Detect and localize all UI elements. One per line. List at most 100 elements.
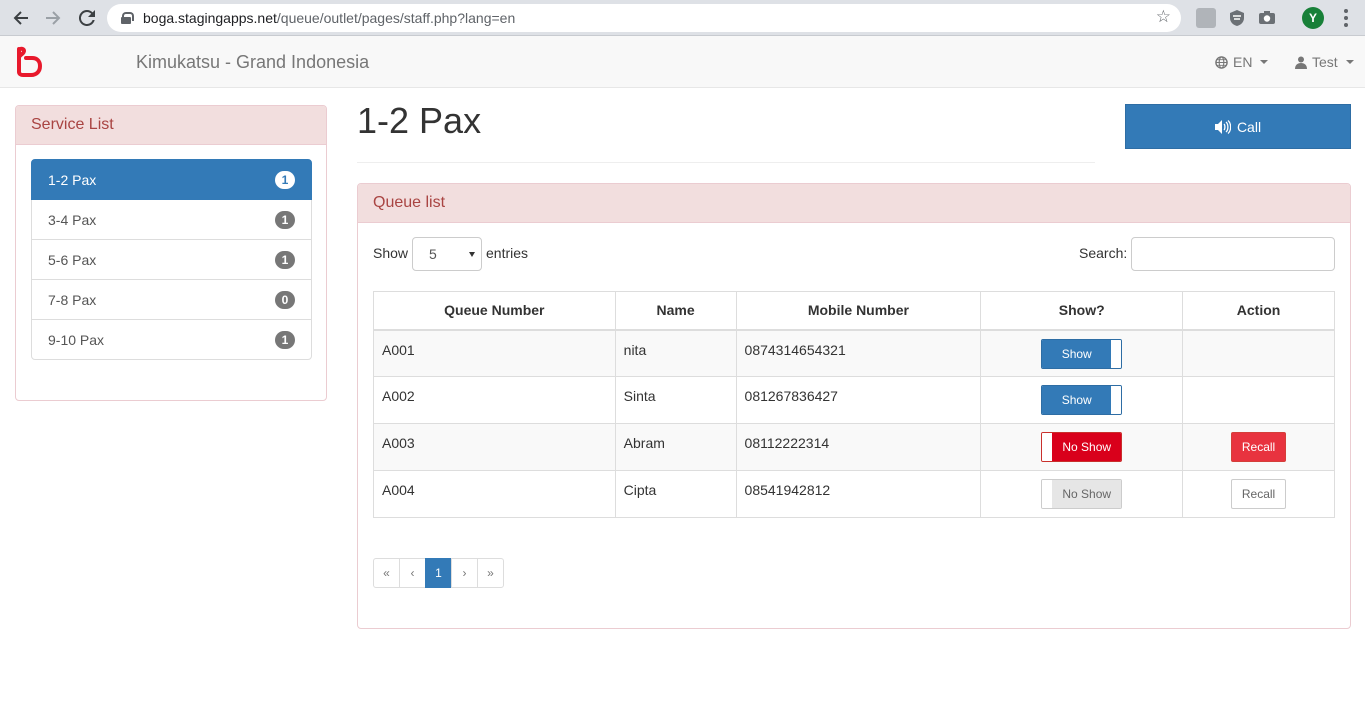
toggle-label: Show: [1042, 339, 1112, 368]
pagination-next[interactable]: ›: [451, 558, 478, 588]
pagination-current-page[interactable]: 1: [425, 558, 452, 588]
service-item-label: 3-4 Pax: [48, 211, 97, 228]
address-bar[interactable]: boga.stagingapps.net/queue/outlet/pages/…: [107, 4, 1181, 32]
service-item-3-4-pax[interactable]: 3-4 Pax 1: [31, 199, 312, 240]
browser-menu-icon[interactable]: [1344, 9, 1348, 27]
volume-icon: [1214, 119, 1231, 134]
action-cell: Recall: [1182, 423, 1335, 471]
browser-toolbar: boga.stagingapps.net/queue/outlet/pages/…: [0, 0, 1365, 36]
action-cell: Recall: [1182, 470, 1335, 518]
page-title: 1-2 Pax: [357, 100, 482, 141]
show-toggle[interactable]: Show: [1041, 385, 1123, 415]
pagination-first[interactable]: «: [373, 558, 400, 588]
queue-number-cell: A001: [373, 329, 616, 377]
language-dropdown[interactable]: EN: [1215, 54, 1269, 70]
show-toggle[interactable]: Show: [1041, 338, 1123, 369]
queue-number-cell: A003: [373, 423, 616, 471]
caret-down-icon: [1260, 60, 1269, 64]
queue-number-cell: A004: [373, 470, 616, 518]
recall-button[interactable]: Recall: [1231, 432, 1287, 462]
search-input[interactable]: [1131, 237, 1335, 271]
table-row: A001 nita 0874314654321 Show: [373, 329, 1335, 377]
mobile-cell: 08541942812: [735, 470, 982, 518]
column-header-mobile-number[interactable]: Mobile Number: [735, 291, 982, 331]
column-header-queue-number[interactable]: Queue Number: [373, 291, 616, 331]
name-cell: Sinta: [614, 376, 737, 424]
toggle-label: No Show: [1052, 480, 1122, 508]
forward-arrow-icon[interactable]: [40, 5, 66, 31]
pagination: « ‹ 1 › »: [373, 558, 504, 588]
count-badge: 1: [275, 330, 295, 349]
column-header-action[interactable]: Action: [1182, 291, 1335, 331]
count-badge: 1: [275, 210, 295, 229]
camera-extension-icon[interactable]: [1257, 8, 1277, 28]
table-row: A004 Cipta 08541942812 No Show Recall: [373, 470, 1335, 518]
service-item-label: 5-6 Pax: [48, 251, 97, 268]
toggle-label: Show: [1042, 386, 1112, 414]
count-badge: 1: [275, 170, 295, 189]
recall-button-disabled[interactable]: Recall: [1231, 479, 1287, 509]
call-button[interactable]: Call: [1125, 104, 1351, 149]
user-label: Test: [1312, 54, 1338, 70]
extension-icon[interactable]: [1196, 8, 1216, 28]
count-badge: 1: [275, 250, 295, 269]
entries-value: 5: [429, 246, 437, 262]
pagination-prev[interactable]: ‹: [399, 558, 426, 588]
service-item-label: 1-2 Pax: [48, 171, 97, 188]
caret-down-icon: [1345, 60, 1354, 64]
show-cell: Show: [980, 329, 1184, 377]
service-item-5-6-pax[interactable]: 5-6 Pax 1: [31, 239, 312, 280]
show-cell: No Show: [980, 423, 1184, 471]
mobile-cell: 0874314654321: [735, 329, 982, 377]
table-row: A002 Sinta 081267836427 Show: [373, 376, 1335, 424]
call-button-label: Call: [1236, 118, 1262, 135]
shield-extension-icon[interactable]: [1227, 8, 1247, 28]
service-item-label: 7-8 Pax: [48, 291, 97, 308]
user-icon: [1295, 56, 1307, 69]
logo-icon[interactable]: [12, 45, 42, 77]
brand-title[interactable]: Kimukatsu - Grand Indonesia: [136, 52, 369, 73]
service-list: 1-2 Pax 1 3-4 Pax 1 5-6 Pax 1 7-8 Pax 0 …: [31, 159, 312, 360]
show-label: Show: [373, 245, 409, 261]
dropdown-arrow-icon: [469, 252, 475, 257]
queue-list-panel: Queue list Show 5 entries Search: Queue …: [357, 183, 1351, 629]
entries-label: entries: [486, 245, 529, 261]
reload-icon[interactable]: [74, 5, 100, 31]
queue-number-cell: A002: [373, 376, 616, 424]
language-label: EN: [1233, 54, 1253, 70]
name-cell: Cipta: [614, 470, 737, 518]
no-show-toggle[interactable]: No Show: [1041, 432, 1123, 462]
name-cell: Abram: [614, 423, 737, 471]
column-header-name[interactable]: Name: [614, 291, 737, 331]
column-header-show[interactable]: Show?: [980, 291, 1184, 331]
lock-icon: [121, 12, 134, 24]
url-path: /queue/outlet/pages/staff.php?lang=en: [276, 10, 516, 26]
back-arrow-icon[interactable]: [8, 5, 34, 31]
service-item-label: 9-10 Pax: [48, 331, 105, 348]
no-show-toggle-disabled[interactable]: No Show: [1041, 479, 1123, 509]
pagination-last[interactable]: »: [477, 558, 504, 588]
globe-icon: [1215, 55, 1228, 69]
user-dropdown[interactable]: Test: [1295, 54, 1354, 70]
service-list-panel: Service List 1-2 Pax 1 3-4 Pax 1 5-6 Pax…: [15, 105, 327, 401]
entries-select[interactable]: 5: [412, 237, 482, 271]
queue-table: Queue Number Name Mobile Number Show? Ac…: [373, 291, 1335, 518]
show-cell: Show: [980, 376, 1184, 424]
bookmark-star-icon[interactable]: ☆: [1156, 7, 1171, 27]
mobile-cell: 08112222314: [735, 423, 982, 471]
count-badge: 0: [275, 290, 295, 309]
table-row: A003 Abram 08112222314 No Show Recall: [373, 423, 1335, 471]
service-list-title: Service List: [16, 106, 326, 145]
toggle-label: No Show: [1052, 433, 1122, 461]
name-cell: nita: [614, 329, 737, 377]
mobile-cell: 081267836427: [735, 376, 982, 424]
service-item-7-8-pax[interactable]: 7-8 Pax 0: [31, 279, 312, 320]
action-cell: [1182, 376, 1335, 424]
profile-avatar[interactable]: Y: [1302, 7, 1324, 29]
app-navbar: Kimukatsu - Grand Indonesia EN Test: [0, 36, 1365, 88]
service-item-1-2-pax[interactable]: 1-2 Pax 1: [31, 159, 312, 200]
title-divider: [357, 162, 1095, 163]
show-cell: No Show: [980, 470, 1184, 518]
service-item-9-10-pax[interactable]: 9-10 Pax 1: [31, 319, 312, 360]
action-cell: [1182, 329, 1335, 377]
